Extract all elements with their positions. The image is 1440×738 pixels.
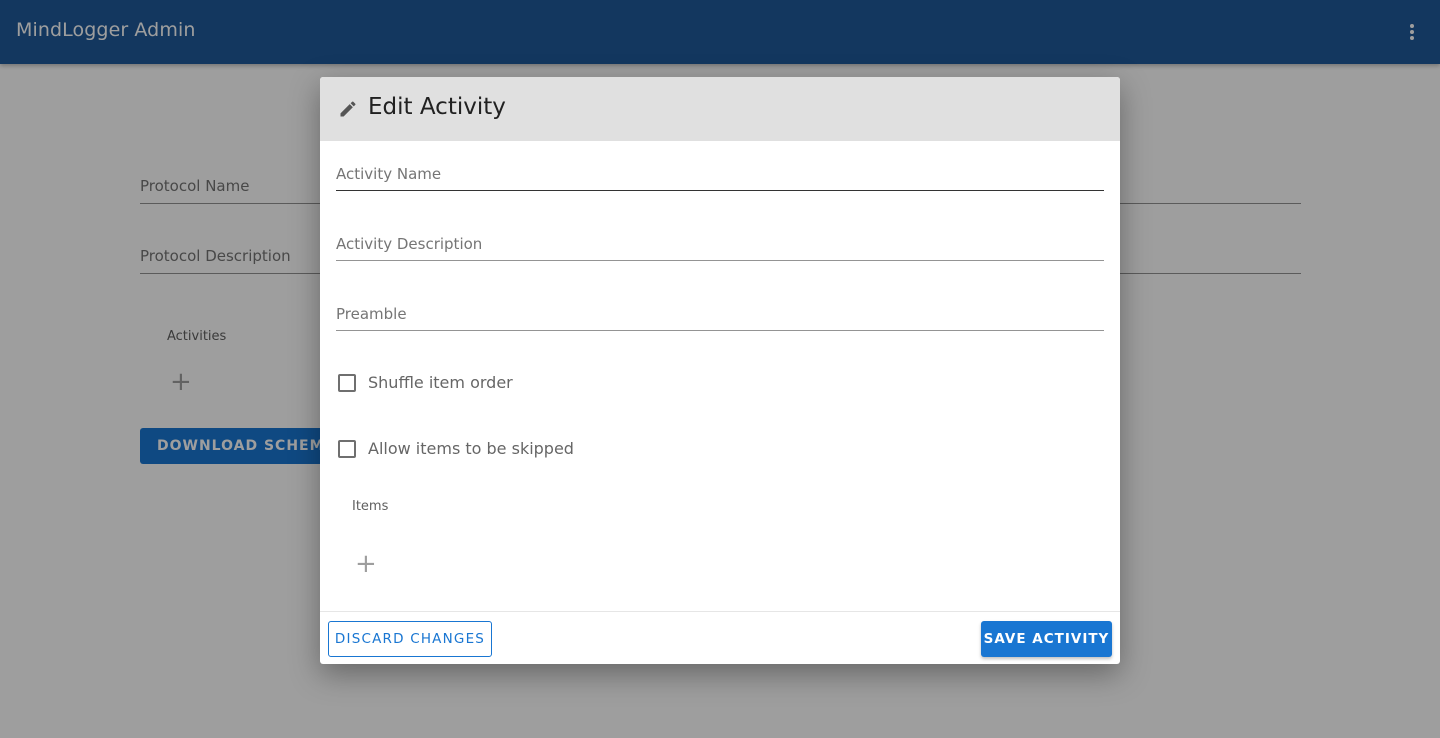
- preamble-input[interactable]: Preamble: [336, 305, 1104, 331]
- shuffle-item-order-checkbox-row[interactable]: Shuffle item order: [338, 373, 513, 392]
- shuffle-checkbox-label: Shuffle item order: [368, 373, 513, 392]
- allow-skip-checkbox[interactable]: [338, 439, 356, 458]
- allow-skip-checkbox-label: Allow items to be skipped: [368, 439, 574, 458]
- pencil-icon: [340, 101, 356, 117]
- activity-name-input[interactable]: Activity Name: [336, 165, 1104, 191]
- dialog-footer: DISCARD CHANGES SAVE ACTIVITY: [320, 611, 1120, 664]
- shuffle-checkbox[interactable]: [338, 373, 356, 392]
- add-item-icon[interactable]: +: [355, 551, 377, 577]
- items-label: Items: [352, 499, 389, 514]
- discard-changes-button[interactable]: DISCARD CHANGES: [328, 621, 492, 657]
- allow-skip-checkbox-row[interactable]: Allow items to be skipped: [338, 439, 574, 458]
- edit-activity-dialog: Edit Activity Activity Name Activity Des…: [320, 77, 1120, 664]
- save-activity-button[interactable]: SAVE ACTIVITY: [981, 621, 1112, 657]
- dialog-title: Edit Activity: [368, 94, 506, 120]
- dialog-header: Edit Activity: [320, 77, 1120, 141]
- activity-description-input[interactable]: Activity Description: [336, 235, 1104, 261]
